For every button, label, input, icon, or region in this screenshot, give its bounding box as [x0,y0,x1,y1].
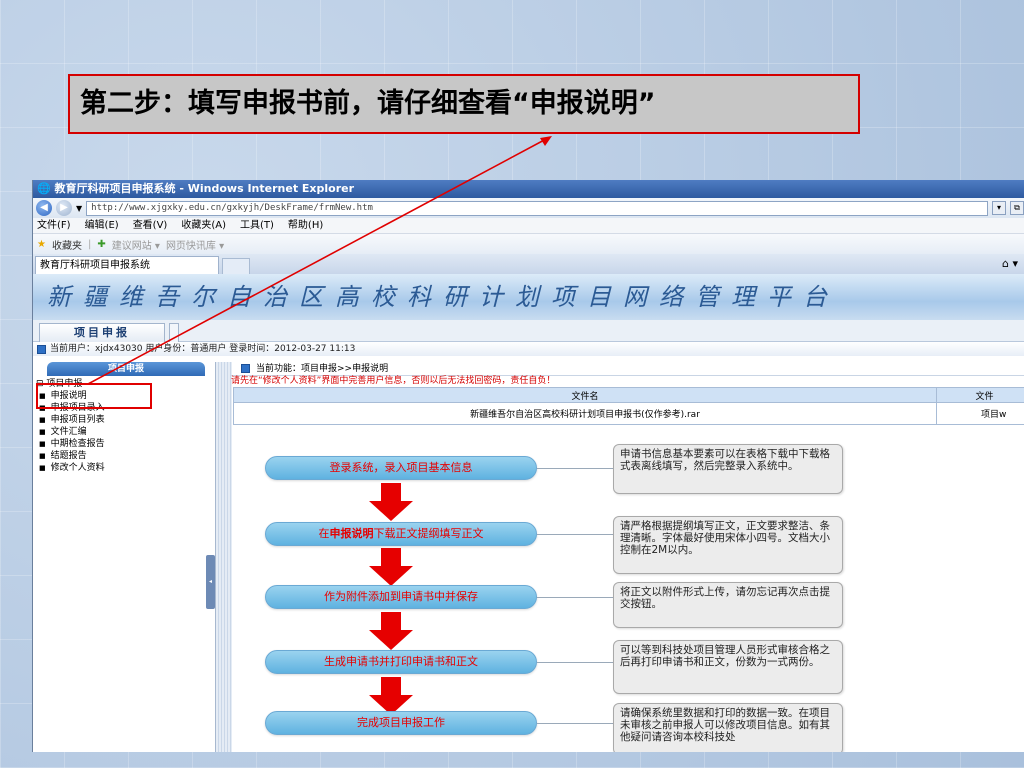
window-title: 🌐 教育厅科研项目申报系统 - Windows Internet Explore… [33,180,1024,198]
address-bar-row: ◀ ▶ ▼ http://www.xjgxky.edu.cn/gxkyjh/De… [33,198,1024,218]
sidebar-item-documents[interactable]: 文件汇编 [33,426,215,438]
menu-edit[interactable]: 编辑(E) [85,218,119,233]
note-connector-1 [537,468,615,469]
sidebar-item-edit-profile[interactable]: 修改个人资料 [33,462,215,474]
app-nav: 项目申报 [33,320,1024,342]
sidebar: 项目申报 ⊟ 项目申报 申报说明 申报项目录入 申报项目列表 文件汇编 中期检查… [33,362,216,752]
browser-tab[interactable]: 教育厅科研项目申报系统 [35,256,219,274]
warning-text: 请先在“修改个人资料”界面中完善用户信息，否则以后无法找回密码，责任自负！ [231,376,556,386]
file-download-link[interactable]: 项目w [936,402,1024,425]
suggested-sites-link[interactable]: 建议网站 ▾ [112,237,160,252]
home-icon[interactable]: ⌂ ▾ [1002,257,1018,270]
column-header-filename: 文件名 [233,387,937,403]
add-favorite-icon[interactable]: ✚ [97,239,105,250]
note-5: 请确保系统里数据和打印的数据一致。在项目未审核之前申报人可以修改项目信息。如有其… [613,703,843,752]
flow-step-2: 在申报说明下载正文提纲填写正文 [265,522,537,546]
note-connector-4 [537,662,615,663]
favorites-button[interactable]: 收藏夹 [52,237,82,252]
web-slices-link[interactable]: 网页快讯库 ▾ [166,237,224,252]
compat-view-icon[interactable]: ⧉ [1010,201,1024,215]
function-icon [241,364,250,373]
flow-step-5: 完成项目申报工作 [265,711,537,735]
sidebar-item-midterm-report[interactable]: 中期检查报告 [33,438,215,450]
note-3: 将正文以附件形式上传，请勿忘记再次点击提交按钮。 [613,582,843,628]
note-4: 可以等到科技处项目管理人员形式审核合格之后再打印申请书和正文，份数为一式两份。 [613,640,843,694]
down-arrow-1 [369,483,413,521]
flow-step-3: 作为附件添加到申请书中并保存 [265,585,537,609]
favorites-bar: ★ 收藏夹 | ✚ 建议网站 ▾ 网页快讯库 ▾ [33,234,1024,254]
back-button[interactable]: ◀ [36,200,52,216]
note-connector-2 [537,534,615,535]
step-callout: 第二步：填写申报书前，请仔细查看“申报说明” [68,74,860,134]
sidebar-splitter[interactable] [216,362,232,752]
note-2: 请严格根据提纲填写正文，正文要求整洁、条理清晰。字体最好使用宋体小四号。文档大小… [613,516,843,574]
ie-icon: 🌐 [37,182,55,195]
user-info-bar: 当前用户：xjdx43030 用户身份：普通用户 登录时间：2012-03-27… [33,342,1024,356]
favorites-star-icon: ★ [37,238,46,250]
highlight-box [36,383,152,409]
file-table: 文件名 文件 新疆维吾尔自治区高校科研计划项目申报书(仅作参考).rar 项目w [233,387,1024,425]
url-field[interactable]: http://www.xjgxky.edu.cn/gxkyjh/DeskFram… [86,200,988,216]
collapse-sidebar-button[interactable]: ◂ [206,555,215,609]
table-row: 新疆维吾尔自治区高校科研计划项目申报书(仅作参考).rar 项目w [233,402,1024,425]
menu-favorites[interactable]: 收藏夹(A) [181,218,226,233]
note-1: 申请书信息基本要素可以在表格下载中下载格式表离线填写，然后完整录入系统中。 [613,444,843,494]
menu-view[interactable]: 查看(V) [133,218,168,233]
user-icon [37,344,46,354]
history-dropdown-icon[interactable]: ▼ [76,204,82,213]
menu-file[interactable]: 文件(F) [37,218,71,233]
address-dropdown-button[interactable]: ▾ [992,201,1006,215]
forward-button[interactable]: ▶ [56,200,72,216]
down-arrow-3 [369,612,413,650]
current-function-bar: 当前功能：项目申报>>申报说明 [231,362,1024,376]
down-arrow-4 [369,677,413,715]
note-connector-3 [537,597,615,598]
app-banner: 新疆维吾尔自治区高校科研计划项目网络管理平台 [33,274,1024,320]
note-connector-5 [537,723,615,724]
menu-bar: 文件(F) 编辑(E) 查看(V) 收藏夹(A) 工具(T) 帮助(H) [33,218,1024,234]
nav-tab-project-apply[interactable]: 项目申报 [39,323,165,342]
tab-bar: 教育厅科研项目申报系统 ⌂ ▾ [33,254,1024,274]
flow-step-4: 生成申请书并打印申请书和正文 [265,650,537,674]
flow-step-1: 登录系统，录入项目基本信息 [265,456,537,480]
nav-tab-placeholder [169,323,179,342]
sidebar-item-project-list[interactable]: 申报项目列表 [33,414,215,426]
sidebar-item-final-report[interactable]: 结题报告 [33,450,215,462]
sidebar-header: 项目申报 [47,362,205,376]
menu-help[interactable]: 帮助(H) [288,218,323,233]
column-header-file: 文件 [936,387,1024,403]
down-arrow-2 [369,548,413,586]
browser-window: 🌐 教育厅科研项目申报系统 - Windows Internet Explore… [32,180,1024,752]
new-tab-button[interactable] [222,258,250,274]
file-name-link[interactable]: 新疆维吾尔自治区高校科研计划项目申报书(仅作参考).rar [233,402,937,425]
menu-tools[interactable]: 工具(T) [240,218,274,233]
